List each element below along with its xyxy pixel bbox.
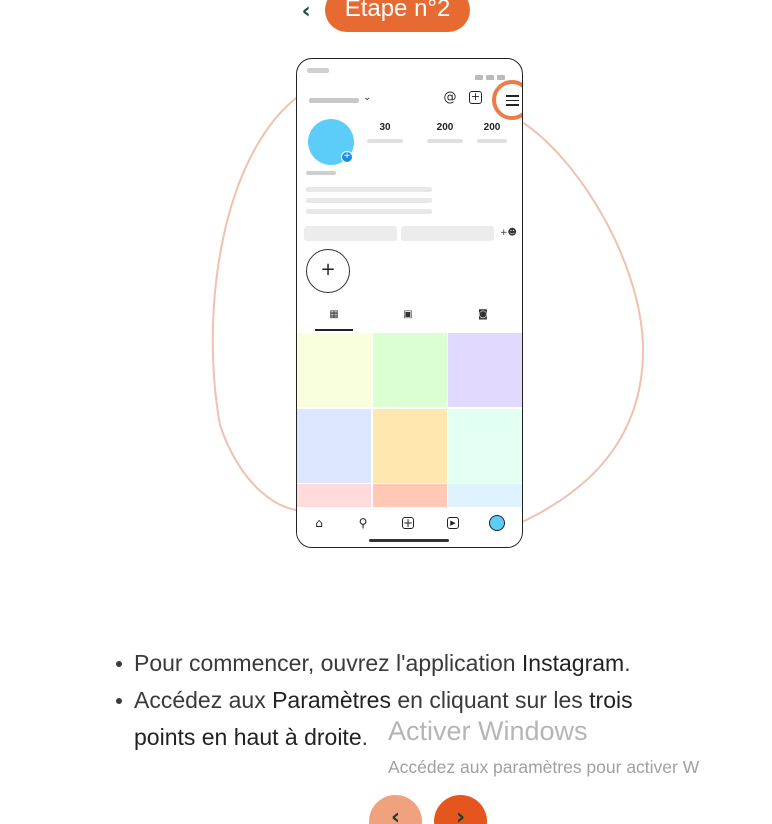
grid-cell — [297, 333, 371, 407]
stat-followers: 200 — [427, 122, 463, 143]
grid-cell — [448, 333, 522, 407]
bottom-nav: ⌂ ⚲ + ▶ — [297, 507, 521, 547]
step-label: Étape n°2 — [324, 0, 471, 33]
grid-cell — [372, 333, 447, 407]
grid-cell — [297, 408, 371, 483]
menu-icon[interactable] — [506, 95, 519, 106]
username-placeholder — [309, 98, 359, 103]
add-story-icon: + — [341, 151, 353, 163]
plus-box-icon: + — [469, 90, 482, 104]
chevron-right-icon: › — [455, 805, 466, 824]
create-icon: + — [402, 516, 414, 530]
phone-frame: ⌄ @ + + 30 200 200 +☻ + ▦ ▣ ◙ ⌂ ⚲ + ▶ — [296, 58, 523, 548]
phone-illustration: ⌄ @ + + 30 200 200 +☻ + ▦ ▣ ◙ ⌂ ⚲ + ▶ — [200, 55, 650, 555]
threads-icon: @ — [443, 90, 457, 105]
menu-highlight-circle — [492, 80, 522, 120]
chevron-down-icon: ⌄ — [363, 92, 372, 103]
stat-posts: 30 — [367, 122, 403, 143]
profile-avatar-nav — [489, 515, 505, 531]
stat-following-value: 200 — [483, 122, 501, 133]
grid-cell — [372, 408, 447, 483]
stat-following: 200 — [477, 122, 507, 143]
name-placeholder — [306, 171, 336, 175]
bio-placeholder — [306, 198, 432, 203]
next-step-button[interactable]: › — [434, 795, 487, 824]
windows-watermark-title: Activer Windows — [388, 716, 588, 746]
keyword-parametres: Paramètres — [272, 687, 391, 713]
instruction-item: Pour commencer, ouvrez l'application Ins… — [110, 645, 760, 682]
status-bar — [307, 67, 512, 80]
reels-icon: ▣ — [403, 309, 413, 320]
add-highlight-icon: + — [306, 249, 350, 293]
previous-step-button[interactable]: ‹ — [369, 795, 422, 824]
posts-grid — [297, 333, 522, 512]
step-header: ‹ Étape n°2 — [0, 0, 772, 33]
bio-placeholder — [306, 209, 432, 214]
keyword-points: points en haut à droite — [134, 724, 362, 750]
reels-nav-icon: ▶ — [447, 517, 459, 529]
active-tab-underline — [315, 329, 353, 331]
grid-icon: ▦ — [329, 309, 339, 320]
keyword-instagram: Instagram — [521, 650, 625, 676]
keyword-trois: trois — [589, 687, 633, 713]
add-person-icon: +☻ — [500, 228, 517, 238]
home-icon: ⌂ — [315, 516, 323, 530]
share-profile-button — [401, 226, 494, 241]
chevron-left-icon: ‹ — [390, 805, 401, 824]
windows-watermark-subtitle: Accédez aux paramètres pour activer W — [388, 757, 700, 777]
edit-profile-button — [304, 226, 397, 241]
search-icon: ⚲ — [358, 516, 368, 530]
chevron-left-icon[interactable]: ‹ — [302, 1, 311, 23]
stat-followers-value: 200 — [436, 122, 454, 133]
bio-placeholder — [306, 187, 432, 192]
grid-cell — [448, 408, 522, 483]
profile-tabs: ▦ ▣ ◙ — [297, 307, 521, 333]
home-indicator — [369, 539, 449, 542]
stat-posts-value: 30 — [379, 122, 391, 133]
profile-topbar: ⌄ @ + — [307, 80, 522, 120]
tagged-icon: ◙ — [478, 309, 488, 320]
